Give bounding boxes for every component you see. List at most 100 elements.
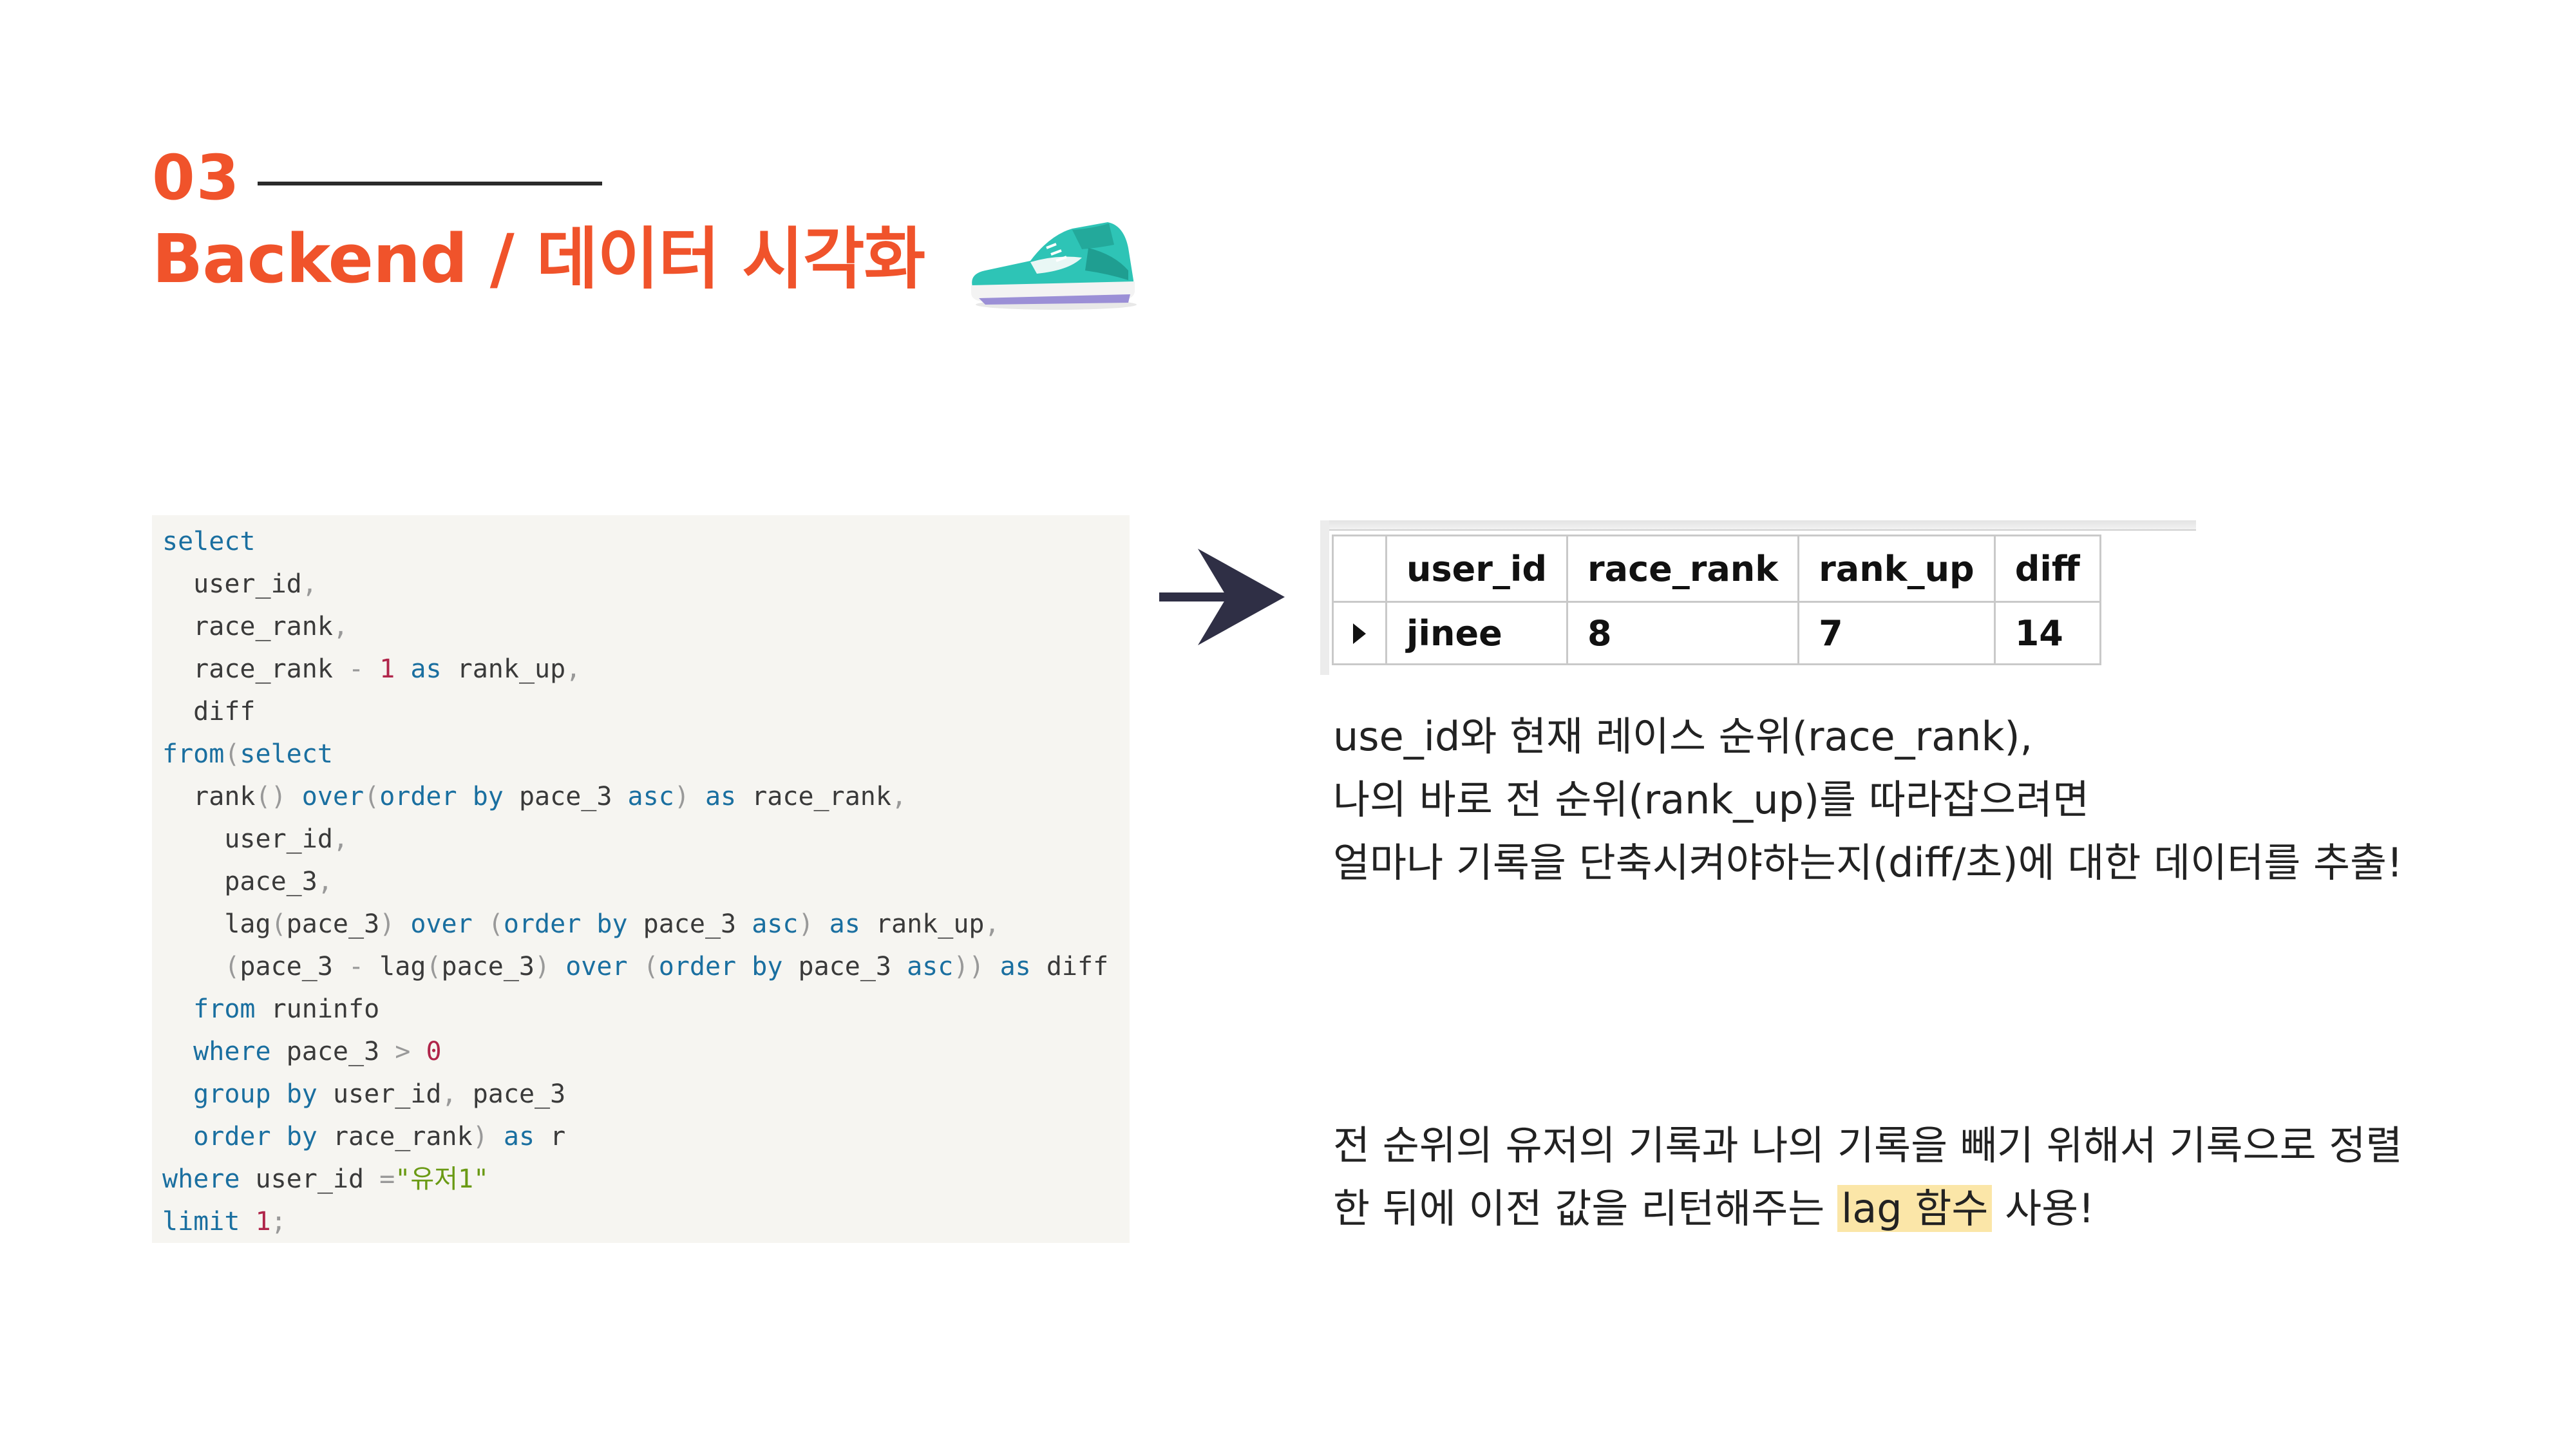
code-token: ( (643, 952, 659, 981)
code-token: race_rank (736, 782, 891, 811)
right-arrow-icon (1159, 549, 1285, 645)
code-token: order (658, 952, 737, 981)
table-cell: 14 (1993, 601, 2101, 665)
code-token: , (332, 824, 348, 854)
result-description: use_id와 현재 레이스 순위(race_rank), 나의 바로 전 순위… (1333, 705, 2403, 895)
code-token: - (348, 952, 365, 981)
page-title: Backend / 데이터 시각화 (152, 220, 925, 298)
code-token: , (441, 1079, 457, 1109)
code-token: as (705, 782, 737, 811)
code-token: ( (488, 909, 504, 939)
code-line: (pace_3 - lag(pace_3) over (order by pac… (162, 945, 1130, 988)
code-token: pace_3 (503, 782, 628, 811)
code-token: from (193, 994, 256, 1024)
code-token: race_rank (317, 1122, 473, 1151)
code-line: from(select (162, 733, 1130, 775)
code-token: lag (364, 952, 426, 981)
code-token: , (891, 782, 907, 811)
code-line: rank() over(order by pace_3 asc) as race… (162, 775, 1130, 818)
code-token: ( (426, 952, 442, 981)
code-token: over (410, 909, 473, 939)
code-token: user_id (162, 569, 302, 599)
code-token: 1 (379, 654, 395, 684)
description-line: 전 순위의 유저의 기록과 나의 기록을 빼기 위해서 기록으로 정렬 (1333, 1122, 2403, 1169)
code-token: ) (472, 1122, 488, 1151)
query-result-table: user_id race_rank rank_up diff jinee 8 7… (1332, 535, 2101, 665)
description-line: use_id와 현재 레이스 순위(race_rank), (1333, 713, 2033, 760)
table-cell: jinee (1385, 601, 1569, 665)
code-token: runinfo (255, 994, 380, 1024)
description-text: 한 뒤에 이전 값을 리턴해주는 (1333, 1185, 1838, 1232)
code-token: pace_3 (457, 1079, 566, 1109)
code-token: ( (224, 739, 240, 769)
lag-explanation: 전 순위의 유저의 기록과 나의 기록을 빼기 위해서 기록으로 정렬 한 뒤에… (1333, 1114, 2402, 1240)
code-token: from (162, 739, 225, 769)
code-token: group (193, 1079, 271, 1109)
code-token: asc (627, 782, 674, 811)
code-token: pace_3 (162, 867, 317, 896)
code-token: select (162, 527, 256, 556)
column-header: diff (1993, 535, 2101, 603)
result-grid-toolbar (1320, 520, 2196, 531)
code-line: race_rank, (162, 605, 1130, 648)
code-token: where (193, 1037, 271, 1066)
code-token: limit (162, 1207, 240, 1236)
code-token: "유저1" (395, 1164, 489, 1194)
code-token: user_id (317, 1079, 442, 1109)
code-line: user_id, (162, 818, 1130, 860)
highlighted-term: lag 함수 (1837, 1185, 1993, 1232)
code-token: ( (270, 909, 287, 939)
sql-code-block: select user_id, race_rank, race_rank - 1… (152, 515, 1130, 1243)
code-token: where (162, 1164, 240, 1194)
table-cell: 7 (1797, 601, 1996, 665)
code-token: ) (379, 909, 395, 939)
code-token: ; (270, 1207, 287, 1236)
code-line: where pace_3 > 0 (162, 1030, 1130, 1073)
code-token: , (565, 654, 582, 684)
row-selector-header (1332, 535, 1387, 603)
code-token: ) (798, 909, 814, 939)
code-token: user_id (162, 824, 333, 854)
code-token: as (999, 952, 1031, 981)
code-token: rank_up (441, 654, 566, 684)
code-token: pace_3 (240, 952, 348, 981)
code-line: race_rank - 1 as rank_up, (162, 648, 1130, 690)
code-token: rank_up (860, 909, 985, 939)
code-token: diff (162, 697, 256, 726)
code-token: ) (674, 782, 690, 811)
code-token: user_id (240, 1164, 380, 1194)
code-token: > (395, 1037, 411, 1066)
code-line: limit 1; (162, 1200, 1130, 1243)
code-line: select (162, 520, 1130, 563)
code-token: r (535, 1122, 566, 1151)
code-line: group by user_id, pace_3 (162, 1073, 1130, 1115)
table-cell: 8 (1566, 601, 1800, 665)
column-header: user_id (1385, 535, 1569, 603)
column-header: rank_up (1797, 535, 1996, 603)
section-number: 03 (152, 142, 241, 214)
code-token: over (565, 952, 628, 981)
description-text: 사용! (1992, 1185, 2095, 1232)
code-token: select (240, 739, 333, 769)
table-row: jinee 8 7 14 (1332, 601, 2101, 665)
code-token: ) (535, 952, 551, 981)
code-token: () (255, 782, 287, 811)
row-pointer-icon (1353, 623, 1366, 644)
code-token: order (503, 909, 582, 939)
code-token: asc (907, 952, 954, 981)
table-header-row: user_id race_rank rank_up diff (1332, 535, 2101, 603)
code-token: - (348, 654, 365, 684)
